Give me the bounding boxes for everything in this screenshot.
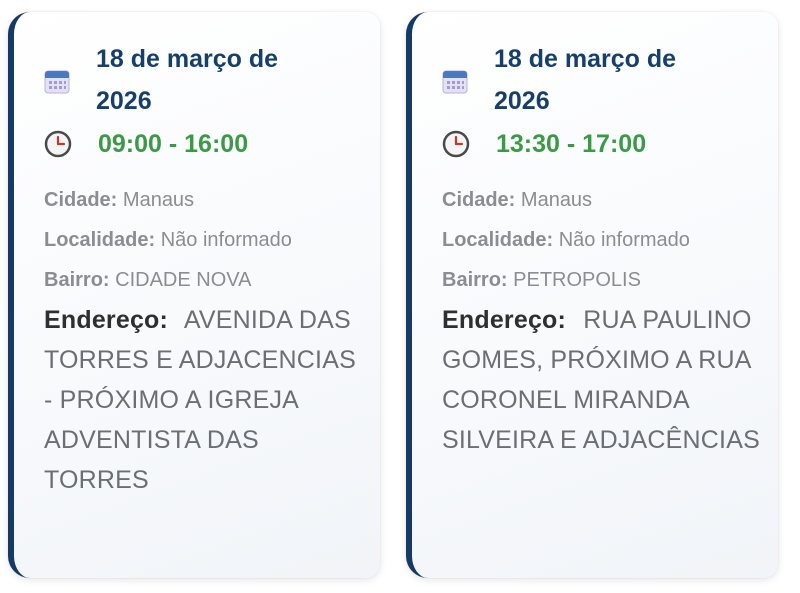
event-date: 18 de março de 2026 [96, 45, 279, 115]
time-row: 13:30 - 17:00 [442, 128, 760, 160]
locality-label: Localidade: [442, 229, 554, 251]
event-card: 18 de março de 2026 09:00 - 16:00 Cidade… [8, 12, 380, 578]
district-value: CIDADE NOVA [115, 269, 252, 291]
event-date: 18 de março de 2026 [494, 45, 677, 115]
city-value: Manaus [520, 189, 593, 211]
event-time: 13:30 - 17:00 [496, 130, 647, 158]
locality-line: Localidade: Não informado [44, 220, 362, 260]
district-label: Bairro: [44, 269, 110, 291]
event-card-list: 18 de março de 2026 09:00 - 16:00 Cidade… [0, 0, 800, 593]
locality-line: Localidade: Não informado [442, 220, 760, 260]
district-line: Bairro: CIDADE NOVA [44, 260, 362, 300]
address-block: Endereço: AVENIDA DAS TORRES E ADJACENCI… [44, 300, 362, 500]
address-value: AVENIDA DAS TORRES E ADJACENCIAS - PRÓXI… [44, 306, 356, 494]
city-label: Cidade: [442, 189, 516, 211]
time-row: 09:00 - 16:00 [44, 128, 362, 160]
district-value: PETROPOLIS [513, 269, 641, 291]
city-value: Manaus [122, 189, 195, 211]
event-info: Cidade: Manaus Localidade: Não informado… [44, 180, 362, 300]
calendar-icon [442, 70, 468, 94]
address-label: Endereço: [442, 306, 567, 334]
calendar-icon [44, 70, 70, 94]
district-label: Bairro: [442, 269, 508, 291]
locality-value: Não informado [558, 229, 690, 251]
city-line: Cidade: Manaus [44, 180, 362, 220]
district-line: Bairro: PETROPOLIS [442, 260, 760, 300]
locality-label: Localidade: [44, 229, 156, 251]
date-row: 18 de março de 2026 [442, 42, 760, 122]
city-line: Cidade: Manaus [442, 180, 760, 220]
event-time: 09:00 - 16:00 [98, 130, 249, 158]
address-label: Endereço: [44, 306, 169, 334]
clock-icon [44, 130, 72, 158]
city-label: Cidade: [44, 189, 118, 211]
date-row: 18 de março de 2026 [44, 42, 362, 122]
event-info: Cidade: Manaus Localidade: Não informado… [442, 180, 760, 300]
locality-value: Não informado [160, 229, 292, 251]
clock-icon [442, 130, 470, 158]
event-card: 18 de março de 2026 13:30 - 17:00 Cidade… [406, 12, 778, 578]
address-block: Endereço: RUA PAULINO GOMES, PRÓXIMO A R… [442, 300, 760, 460]
